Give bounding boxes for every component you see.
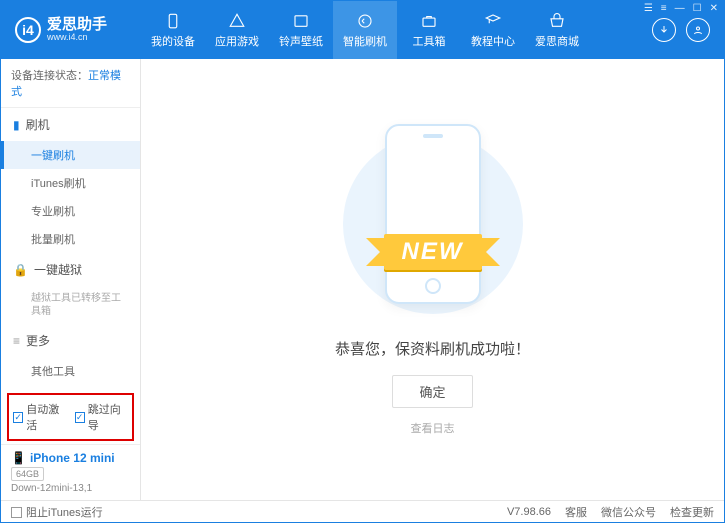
nav-my-device[interactable]: 我的设备 [141, 1, 205, 59]
group-label: 一键越狱 [34, 261, 82, 278]
checkbox-auto-activate[interactable]: ✓自动激活 [13, 401, 67, 433]
apps-icon [228, 12, 246, 30]
app-subtitle: www.i4.cn [47, 33, 107, 43]
nav-toolbox[interactable]: 工具箱 [397, 1, 461, 59]
sidebar-item-other-tools[interactable]: 其他工具 [1, 357, 140, 385]
sidebar-item-itunes-flash[interactable]: iTunes刷机 [1, 169, 140, 197]
version-label: V7.98.66 [507, 506, 551, 518]
check-icon: ✓ [13, 412, 23, 423]
footer-wechat[interactable]: 微信公众号 [601, 504, 656, 520]
toolbox-icon [420, 12, 438, 30]
app-header: ☰ ≡ — ☐ ✕ i4 爱思助手 www.i4.cn 我的设备 应用游戏 铃声… [1, 1, 724, 59]
nav-smart-flash[interactable]: 智能刷机 [333, 1, 397, 59]
group-label: 更多 [26, 332, 50, 349]
minimize-button[interactable]: — [675, 3, 685, 14]
sidebar-group-jailbreak[interactable]: 🔒 一键越狱 [1, 253, 140, 286]
nav-label: 应用游戏 [215, 33, 259, 49]
footer-service[interactable]: 客服 [565, 504, 587, 520]
lock-icon: 🔒 [13, 263, 28, 277]
wallpaper-icon [292, 12, 310, 30]
phone-icon: 📱 [11, 451, 26, 465]
download-button[interactable] [652, 18, 676, 42]
checkbox-skip-guide[interactable]: ✓跳过向导 [75, 401, 129, 433]
sidebar-group-flash[interactable]: ▮ 刷机 [1, 108, 140, 141]
view-log-link[interactable]: 查看日志 [411, 420, 455, 436]
main-content: NEW 恭喜您，保资料刷机成功啦！ 确定 查看日志 [141, 59, 724, 500]
window-controls: ☰ ≡ — ☐ ✕ [644, 3, 718, 14]
checkbox-icon [11, 507, 22, 518]
ok-button[interactable]: 确定 [392, 375, 472, 408]
device-info: 📱iPhone 12 mini 64GB Down-12mini-13,1 [1, 444, 140, 500]
more-icon: ≡ [13, 334, 20, 348]
success-message: 恭喜您，保资料刷机成功啦！ [335, 338, 530, 359]
device-name[interactable]: 📱iPhone 12 mini [11, 451, 130, 465]
sidebar-item-pro-flash[interactable]: 专业刷机 [1, 197, 140, 225]
phone-icon: ▮ [13, 118, 20, 132]
nav-label: 工具箱 [413, 33, 446, 49]
close-button[interactable]: ✕ [710, 3, 718, 14]
logo-icon: i4 [15, 17, 41, 43]
sidebar-jailbreak-note: 越狱工具已转移至工具箱 [1, 286, 140, 324]
success-illustration: NEW [363, 124, 503, 324]
nav-ringtone-wallpaper[interactable]: 铃声壁纸 [269, 1, 333, 59]
nav-label: 铃声壁纸 [279, 33, 323, 49]
header-actions [638, 18, 724, 42]
new-ribbon: NEW [384, 234, 482, 270]
chk-label: 阻止iTunes运行 [26, 507, 103, 519]
device-meta: Down-12mini-13,1 [11, 483, 130, 494]
nav-apps-games[interactable]: 应用游戏 [205, 1, 269, 59]
sidebar-group-more[interactable]: ≡ 更多 [1, 324, 140, 357]
device-capacity: 64GB [11, 467, 44, 481]
nav-label: 教程中心 [471, 33, 515, 49]
nav-store[interactable]: 爱思商城 [525, 1, 589, 59]
status-label: 设备连接状态： [11, 70, 88, 82]
user-button[interactable] [686, 18, 710, 42]
sidebar-item-oneclick-flash[interactable]: 一键刷机 [1, 141, 140, 169]
chk-label: 跳过向导 [88, 401, 128, 433]
maximize-button[interactable]: ☐ [693, 3, 702, 14]
menu-icon[interactable]: ☰ [644, 3, 653, 14]
group-label: 刷机 [26, 116, 50, 133]
nav-label: 爱思商城 [535, 33, 579, 49]
nav-tutorials[interactable]: 教程中心 [461, 1, 525, 59]
phone-icon [164, 12, 182, 30]
app-title: 爱思助手 [47, 17, 107, 34]
settings-icon[interactable]: ≡ [661, 3, 667, 14]
check-icon: ✓ [75, 412, 85, 423]
flash-icon [356, 12, 374, 30]
checkbox-block-itunes[interactable]: 阻止iTunes运行 [11, 504, 103, 520]
options-highlighted: ✓自动激活 ✓跳过向导 [7, 393, 134, 441]
nav-label: 智能刷机 [343, 33, 387, 49]
sidebar-item-download-firmware[interactable]: 下载固件 [1, 385, 140, 390]
device-status: 设备连接状态：正常模式 [1, 59, 140, 108]
logo: i4 爱思助手 www.i4.cn [1, 17, 141, 43]
sidebar: 设备连接状态：正常模式 ▮刷机 一键刷机 iTunes刷机 专业刷机 批量刷机 … [1, 59, 141, 500]
chk-label: 自动激活 [26, 401, 66, 433]
footer: 阻止iTunes运行 V7.98.66 客服 微信公众号 检查更新 [1, 500, 724, 522]
main-nav: 我的设备 应用游戏 铃声壁纸 智能刷机 工具箱 教程中心 爱思商城 [141, 1, 638, 59]
store-icon [548, 12, 566, 30]
tutorial-icon [484, 12, 502, 30]
nav-label: 我的设备 [151, 33, 195, 49]
sidebar-item-batch-flash[interactable]: 批量刷机 [1, 225, 140, 253]
footer-update[interactable]: 检查更新 [670, 504, 714, 520]
